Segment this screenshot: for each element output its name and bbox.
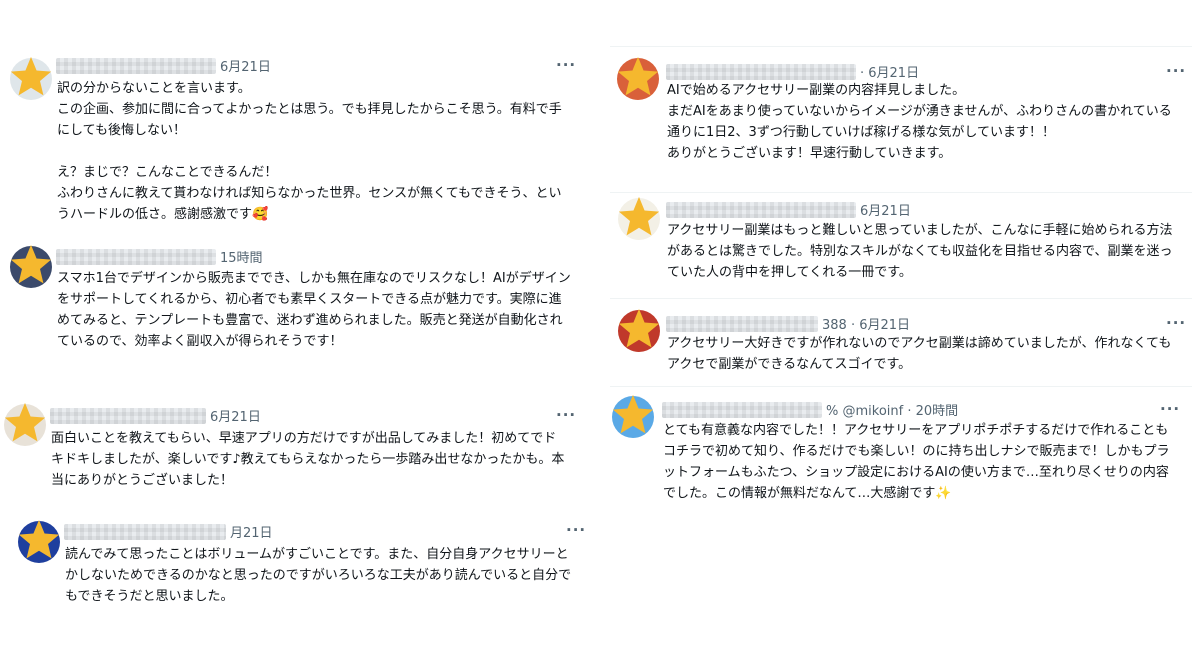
tweet-timestamp[interactable]: 388 · 6月21日 <box>822 314 910 333</box>
star-icon <box>10 56 52 96</box>
tweet-text: 訳の分からないことを言います。 この企画、参加に間に合ってよかったとは思う。でも… <box>57 81 562 222</box>
tweet-timestamp[interactable]: 6月21日 <box>210 406 261 425</box>
tweet-meta: 15時間 <box>56 247 263 266</box>
avatar[interactable] <box>4 402 46 446</box>
redacted-username <box>662 401 822 418</box>
avatar[interactable] <box>618 196 660 240</box>
tweet-timestamp[interactable]: · 6月21日 <box>860 62 919 81</box>
tweet-timestamp[interactable]: % @mikoinf · 20時間 <box>826 400 958 419</box>
star-icon <box>612 394 654 434</box>
tweet-meta: % @mikoinf · 20時間 <box>662 400 958 419</box>
more-options-icon[interactable]: ··· <box>566 521 586 539</box>
redacted-username <box>50 407 206 424</box>
divider <box>610 46 1192 47</box>
tweet-timestamp[interactable]: 6月21日 <box>860 200 911 219</box>
avatar[interactable] <box>618 308 660 352</box>
more-options-icon[interactable]: ··· <box>1166 314 1186 332</box>
tweet-text: アクセサリー大好きですが作れないのでアクセ副業は諦めていましたが、作れなくてもア… <box>667 336 1172 372</box>
avatar[interactable] <box>10 244 52 288</box>
tweet-text: 面白いことを教えてもらい、早速アプリの方だけですが出品してみました！初めてでドキ… <box>51 431 565 488</box>
tweet-meta: 月21日 <box>64 522 273 541</box>
star-icon <box>618 196 660 236</box>
avatar[interactable] <box>612 394 654 438</box>
star-icon <box>18 519 60 559</box>
redacted-username <box>64 523 226 540</box>
tweet-meta: 6月21日 <box>56 56 271 75</box>
redacted-username <box>666 201 856 218</box>
more-options-icon[interactable]: ··· <box>1160 400 1180 418</box>
redacted-username <box>666 315 818 332</box>
divider <box>610 386 1192 387</box>
divider <box>610 298 1192 299</box>
tweet-meta: · 6月21日 <box>666 62 919 81</box>
tweet-text: AIで始めるアクセサリー副業の内容拝見しました。 まだAIをあまり使っていないか… <box>667 83 1172 161</box>
redacted-username <box>56 248 216 265</box>
tweet-text: 読んでみて思ったことはボリュームがすごいことです。また、自分自身アクセサリーとか… <box>65 547 572 604</box>
tweet-text: スマホ1台でデザインから販売まででき、しかも無在庫なのでリスクなし！AIがデザイ… <box>57 271 571 349</box>
tweet-timestamp[interactable]: 月21日 <box>230 522 273 541</box>
star-icon <box>617 56 659 96</box>
more-options-icon[interactable]: ··· <box>556 406 576 424</box>
star-icon <box>10 244 52 284</box>
divider <box>610 192 1192 193</box>
redacted-username <box>56 57 216 74</box>
more-options-icon[interactable]: ··· <box>556 56 576 74</box>
star-icon <box>4 402 46 442</box>
more-options-icon[interactable]: ··· <box>1166 62 1186 80</box>
tweet-meta: 6月21日 <box>50 406 261 425</box>
avatar[interactable] <box>10 56 52 100</box>
redacted-username <box>666 63 856 80</box>
tweet-meta: 6月21日 <box>666 200 911 219</box>
star-icon <box>618 308 660 348</box>
avatar[interactable] <box>617 56 659 100</box>
tweet-timestamp[interactable]: 15時間 <box>220 247 263 266</box>
tweet-text: とても有意義な内容でした！！アクセサリーをアプリポチポチするだけで作れることもコ… <box>663 423 1170 501</box>
tweet-text: アクセサリー副業はもっと難しいと思っていましたが、こんなに手軽に始められる方法が… <box>667 223 1173 280</box>
avatar[interactable] <box>18 519 60 563</box>
tweet-meta: 388 · 6月21日 <box>666 314 910 333</box>
tweet-timestamp[interactable]: 6月21日 <box>220 56 271 75</box>
